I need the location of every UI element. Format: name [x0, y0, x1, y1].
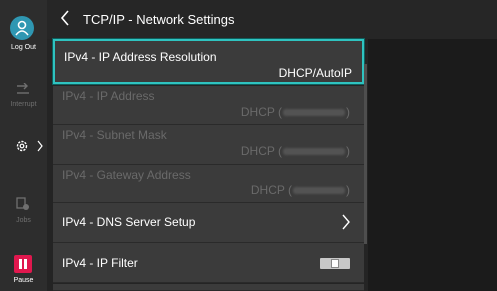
logout-label: Log Out — [11, 44, 36, 51]
redacted-value — [293, 187, 345, 195]
list-item-gateway-address: IPv4 - Gateway Address DHCP () — [53, 165, 364, 203]
list-item-dns-server-setup[interactable]: IPv4 - DNS Server Setup — [53, 203, 364, 243]
list-item-value: DHCP () — [250, 183, 350, 197]
list-item-value: DHCP/AutoIP — [278, 66, 352, 80]
toggle-knob — [331, 259, 339, 268]
scrollbar[interactable] — [364, 64, 367, 244]
pause-label: Pause — [13, 277, 34, 284]
interrupt-label: Interrupt — [10, 101, 37, 108]
pause-icon — [14, 255, 32, 273]
ip-filter-toggle[interactable] — [320, 258, 350, 269]
interrupt-button[interactable]: Interrupt — [0, 78, 47, 112]
chevron-right-icon — [342, 214, 350, 230]
list-item-ip-address-resolution[interactable]: IPv4 - IP Address Resolution DHCP/AutoIP — [52, 38, 365, 85]
list-item-partial — [53, 284, 364, 291]
list-item-label: IPv4 - IP Filter — [62, 256, 138, 270]
list-item-label: IPv4 - DNS Server Setup — [62, 215, 196, 229]
list-item-label: IPv4 - IP Address Resolution — [64, 50, 217, 64]
settings-list: IPv4 - IP Address Resolution DHCP/AutoIP… — [47, 38, 368, 291]
person-logout-icon — [10, 16, 34, 40]
jobs-icon — [16, 197, 29, 210]
page-title: TCP/IP - Network Settings — [83, 12, 235, 27]
gear-icon — [16, 140, 28, 152]
settings-button[interactable] — [0, 132, 47, 160]
right-panel — [368, 39, 497, 291]
list-item-value: DHCP () — [240, 144, 350, 158]
list-item-ip-filter[interactable]: IPv4 - IP Filter — [53, 243, 364, 283]
list-item-label: IPv4 - Gateway Address — [62, 168, 191, 182]
list-item-subnet-mask: IPv4 - Subnet Mask DHCP () — [53, 125, 364, 165]
logout-button[interactable]: Log Out — [0, 0, 47, 58]
list-item-ip-address: IPv4 - IP Address DHCP () — [53, 86, 364, 125]
redacted-value — [283, 109, 345, 117]
side-rail: Log Out Interrupt Jobs Pause — [0, 0, 47, 291]
jobs-label: Jobs — [16, 217, 31, 224]
redacted-value — [283, 148, 345, 156]
list-item-value: DHCP () — [240, 105, 350, 119]
list-item-label: IPv4 - IP Address — [62, 89, 155, 103]
header-bar: TCP/IP - Network Settings — [47, 0, 497, 39]
chevron-left-icon[interactable] — [59, 9, 71, 27]
list-item-label: IPv4 - Subnet Mask — [62, 128, 167, 142]
pause-button[interactable]: Pause — [0, 250, 47, 288]
chevron-right-icon — [37, 140, 43, 152]
interrupt-icon — [17, 83, 29, 94]
jobs-button[interactable]: Jobs — [0, 195, 47, 229]
